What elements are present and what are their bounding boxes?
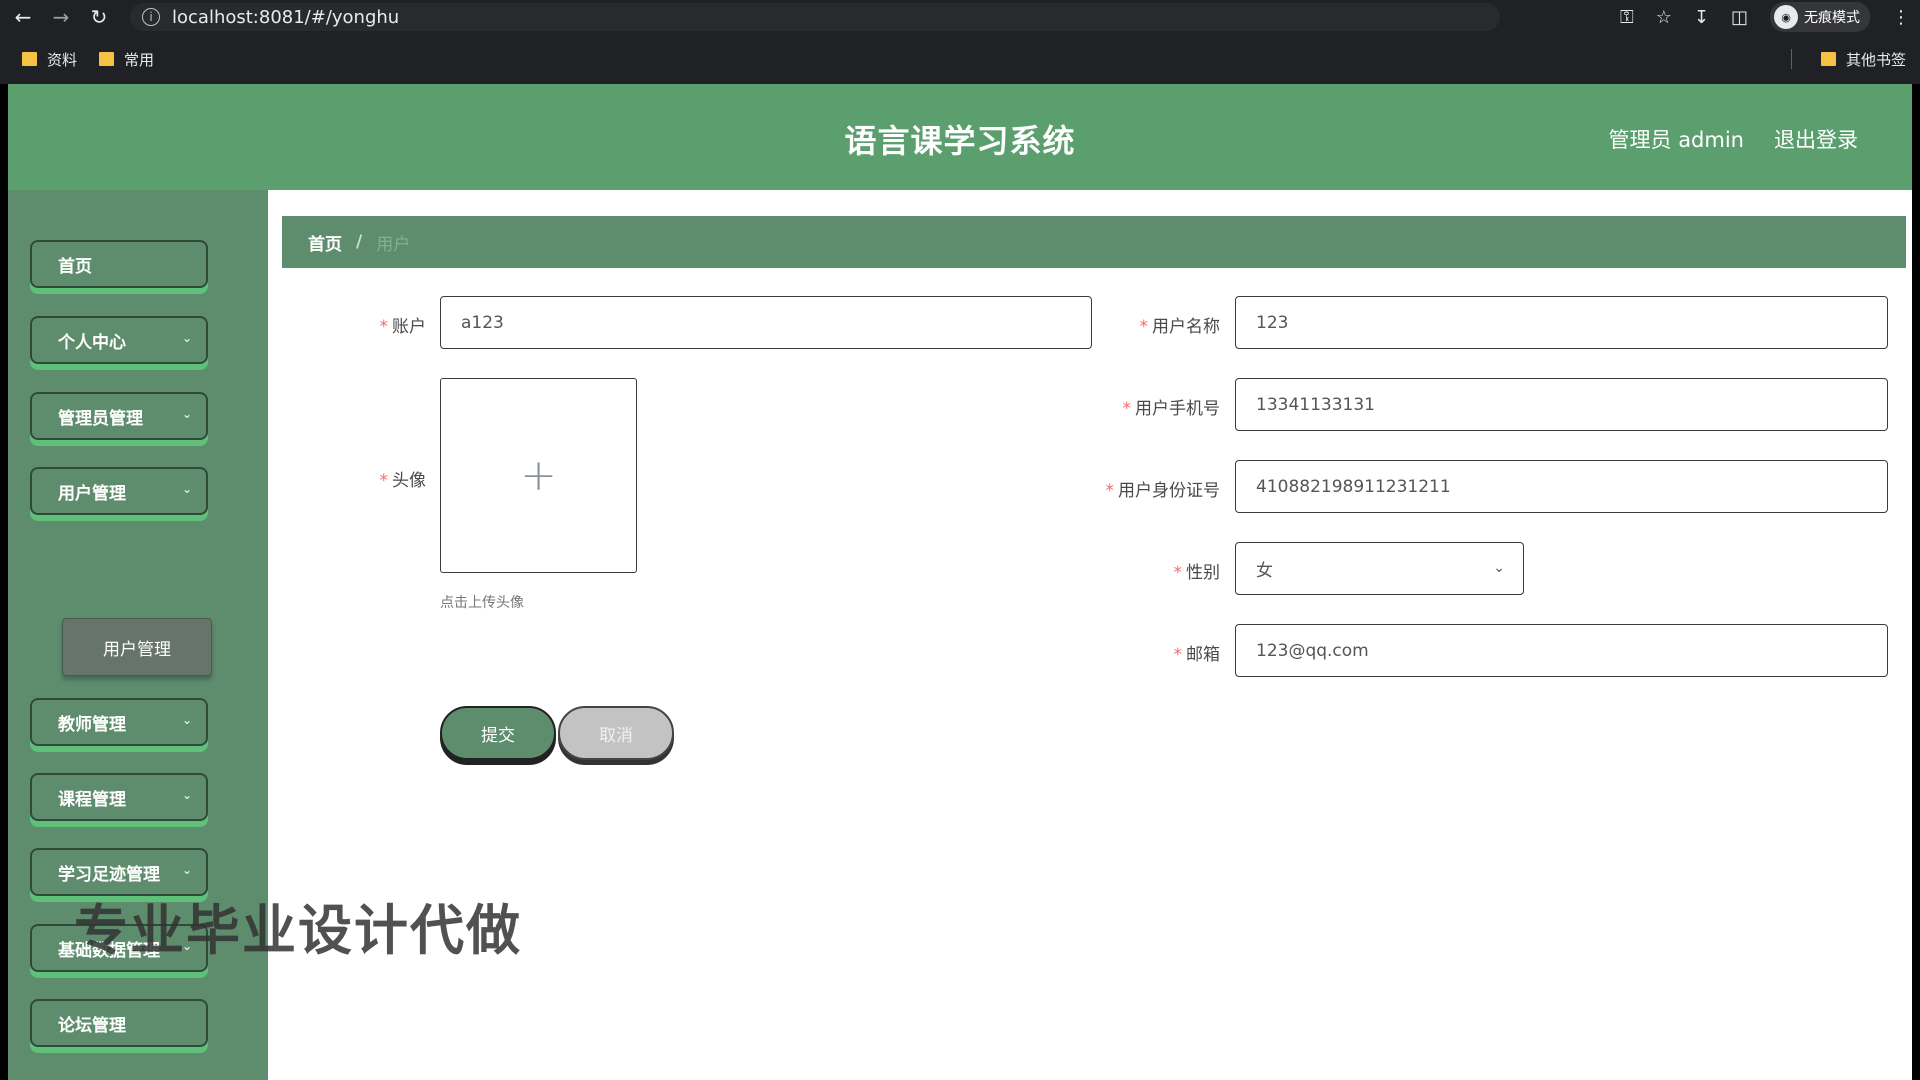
- incognito-icon: ◉: [1774, 5, 1798, 29]
- required-mark: *: [379, 471, 389, 491]
- sidebar-item-forum[interactable]: 论坛管理: [30, 999, 208, 1047]
- cancel-label: 取消: [599, 725, 633, 746]
- submit-label: 提交: [481, 725, 515, 746]
- email-label: * 邮箱: [1068, 640, 1221, 665]
- name-input[interactable]: 123: [1235, 296, 1888, 349]
- cancel-button[interactable]: 取消: [558, 706, 674, 760]
- sidepanel-icon[interactable]: ◫: [1731, 7, 1748, 28]
- idcard-value: 410882198911231211: [1256, 476, 1451, 497]
- submit-button[interactable]: 提交: [440, 706, 556, 760]
- sidebar-item-profile[interactable]: 个人中心 ⌄: [30, 316, 208, 364]
- name-label: * 用户名称: [1068, 312, 1221, 337]
- chevron-down-icon: ⌄: [181, 331, 192, 345]
- required-mark: *: [1105, 481, 1115, 501]
- folder-icon: [22, 52, 37, 66]
- chevron-down-icon: ⌄: [181, 407, 192, 421]
- chevron-down-icon: ⌄: [1493, 560, 1505, 576]
- sidebar-item-label: 学习足迹管理: [58, 864, 160, 885]
- back-icon[interactable]: ←: [8, 2, 38, 32]
- sidebar-item-teachers[interactable]: 教师管理 ⌄: [30, 698, 208, 746]
- sidebar-item-label: 教师管理: [58, 714, 126, 735]
- address-bar[interactable]: i localhost:8081/#/yonghu: [130, 3, 1500, 31]
- phone-value: 13341133131: [1256, 394, 1375, 415]
- watermark-overlay: 专业毕业设计代做: [74, 899, 522, 962]
- breadcrumb-home[interactable]: 首页: [308, 230, 342, 255]
- required-mark: *: [1173, 563, 1183, 583]
- bookmarks-bar: 资料 常用 其他书签: [0, 34, 1920, 84]
- email-value: 123@qq.com: [1256, 640, 1369, 661]
- account-label-text: 账户: [392, 317, 426, 337]
- address-url: localhost:8081/#/yonghu: [172, 6, 400, 28]
- current-user: 管理员 admin: [1608, 128, 1744, 152]
- sidebar-item-label: 个人中心: [58, 332, 126, 353]
- incognito-label: 无痕模式: [1804, 10, 1860, 26]
- gender-label-text: 性别: [1186, 563, 1220, 583]
- bookmark-folder[interactable]: 常用: [99, 49, 154, 70]
- idcard-label: * 用户身份证号: [968, 476, 1221, 501]
- avatar-label-text: 头像: [392, 471, 426, 491]
- required-mark: *: [1122, 399, 1132, 419]
- forward-icon[interactable]: →: [46, 2, 76, 32]
- gender-select[interactable]: 女 ⌄: [1235, 542, 1524, 595]
- folder-icon: [1820, 52, 1836, 66]
- bookmark-label: 常用: [124, 50, 155, 69]
- sidebar-item-label: 管理员管理: [58, 408, 143, 429]
- breadcrumb-separator: /: [356, 232, 363, 252]
- logout-link[interactable]: 退出登录: [1774, 124, 1858, 154]
- email-label-text: 邮箱: [1186, 645, 1220, 665]
- sidebar-subitem-label: 用户管理: [103, 639, 171, 660]
- incognito-badge[interactable]: ◉ 无痕模式: [1770, 2, 1870, 32]
- sidebar-subitem-user-manage[interactable]: 用户管理: [62, 618, 212, 676]
- plus-icon: +: [520, 450, 557, 501]
- breadcrumb: 首页 / 用户: [282, 216, 1906, 268]
- avatar-uploader[interactable]: +: [440, 378, 637, 573]
- required-mark: *: [379, 317, 389, 337]
- gender-label: * 性别: [1068, 558, 1221, 583]
- idcard-label-text: 用户身份证号: [1118, 481, 1220, 501]
- phone-input[interactable]: 13341133131: [1235, 378, 1888, 431]
- chevron-down-icon: ⌄: [181, 788, 192, 802]
- other-bookmarks-label: 其他书签: [1845, 50, 1906, 69]
- sidebar-item-label: 首页: [58, 256, 92, 277]
- avatar-label: * 头像: [350, 466, 427, 491]
- phone-label: * 用户手机号: [1008, 394, 1221, 419]
- star-icon[interactable]: ☆: [1656, 7, 1672, 28]
- sidebar-item-label: 用户管理: [58, 483, 126, 504]
- download-icon[interactable]: ↧: [1694, 7, 1709, 28]
- folder-icon: [99, 52, 115, 66]
- chevron-down-icon: ⌄: [181, 713, 192, 727]
- sidebar-item-courses[interactable]: 课程管理 ⌄: [30, 773, 208, 821]
- chevron-down-icon: ⌄: [181, 482, 192, 496]
- site-info-icon[interactable]: i: [142, 8, 160, 26]
- gender-value: 女: [1256, 561, 1273, 581]
- account-label: * 账户: [350, 312, 427, 337]
- sidebar-item-label: 课程管理: [58, 789, 126, 810]
- email-input[interactable]: 123@qq.com: [1235, 624, 1888, 677]
- required-mark: *: [1173, 645, 1183, 665]
- phone-label-text: 用户手机号: [1135, 399, 1220, 419]
- sidebar-item-label: 论坛管理: [58, 1015, 126, 1036]
- bookmark-folder[interactable]: 资料: [22, 49, 77, 70]
- idcard-input[interactable]: 410882198911231211: [1235, 460, 1888, 513]
- name-value: 123: [1256, 312, 1289, 333]
- breadcrumb-current: 用户: [376, 234, 411, 255]
- sidebar-item-admins[interactable]: 管理员管理 ⌄: [30, 392, 208, 440]
- other-bookmarks[interactable]: 其他书签: [1820, 49, 1906, 70]
- reload-icon[interactable]: ↻: [84, 2, 114, 32]
- account-value: a123: [461, 312, 504, 333]
- browser-toolbar: ← → ↻ i localhost:8081/#/yonghu ⚿ ☆ ↧ ◫ …: [0, 0, 1920, 34]
- required-mark: *: [1139, 317, 1149, 337]
- name-label-text: 用户名称: [1152, 317, 1220, 337]
- avatar-upload-tip: 点击上传头像: [440, 595, 524, 611]
- chevron-down-icon: ⌄: [181, 863, 192, 877]
- bookmark-label: 资料: [47, 50, 78, 69]
- menu-icon[interactable]: ⋮: [1892, 7, 1910, 28]
- bookmark-divider: [1791, 49, 1792, 69]
- sidebar-item-home[interactable]: 首页: [30, 240, 208, 288]
- account-input[interactable]: a123: [440, 296, 1092, 349]
- key-icon[interactable]: ⚿: [1620, 7, 1634, 28]
- app-header: 语言课学习系统 管理员 admin 退出登录: [8, 84, 1912, 190]
- sidebar-item-users[interactable]: 用户管理 ⌄: [30, 467, 208, 515]
